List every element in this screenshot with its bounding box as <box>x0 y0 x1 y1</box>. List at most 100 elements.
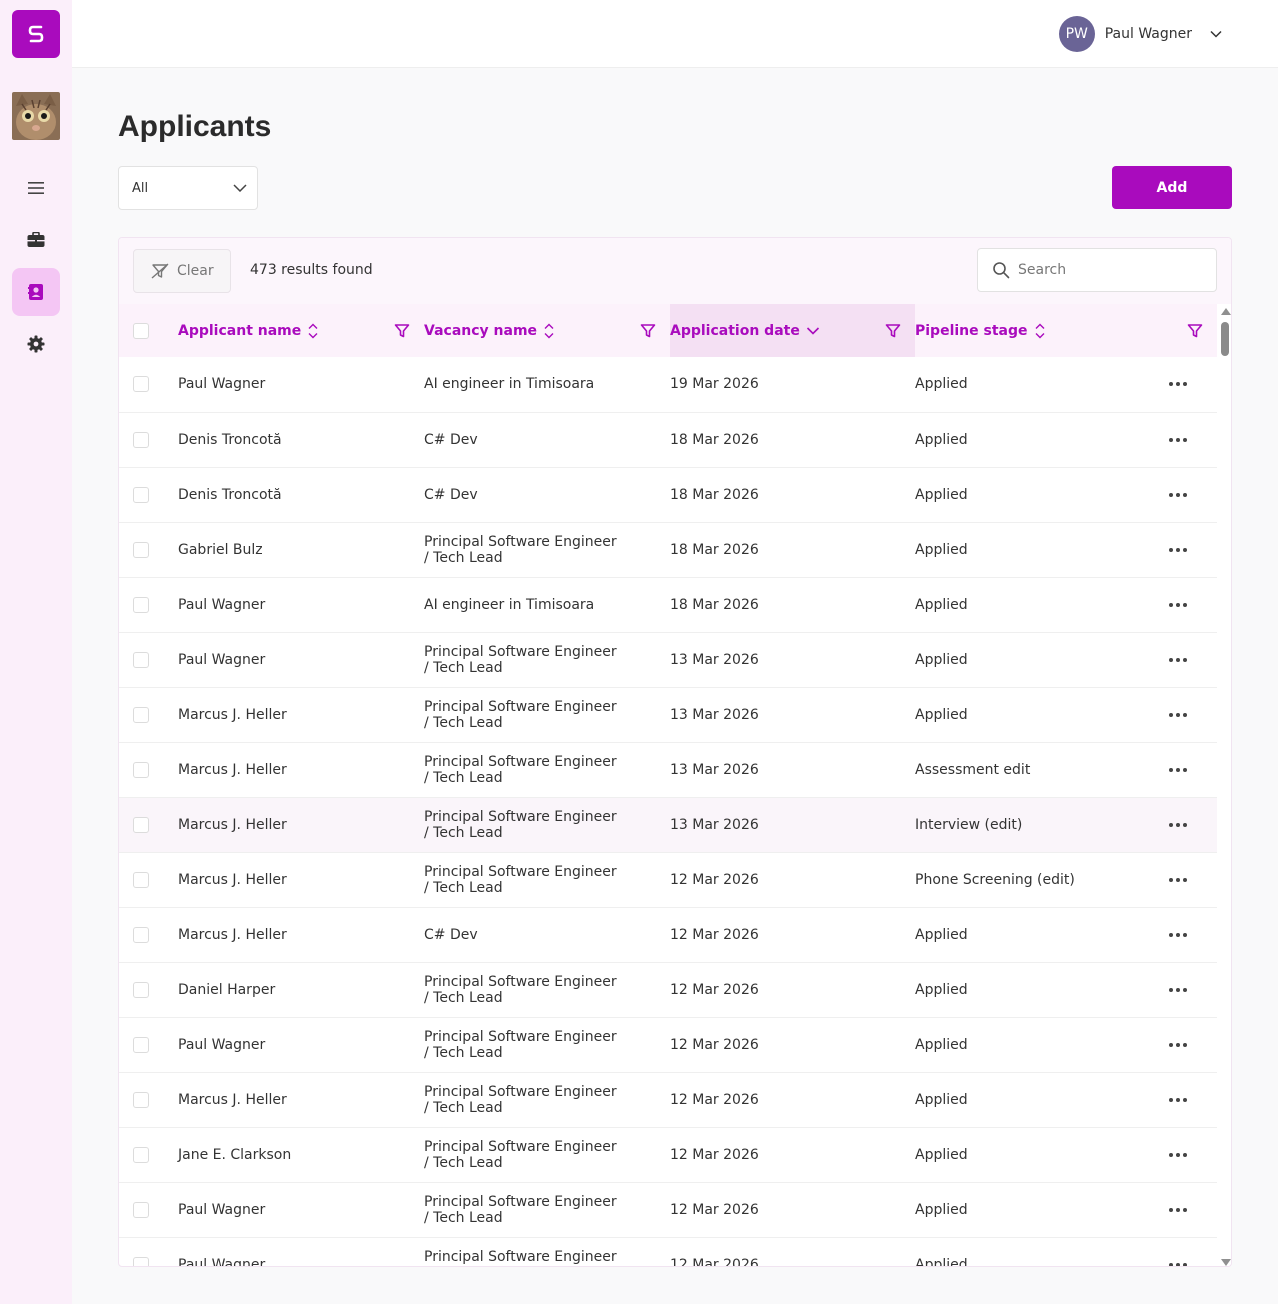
column-filter-icon[interactable] <box>394 323 410 339</box>
table-row[interactable]: Marcus J. Heller Principal Software Engin… <box>119 687 1217 742</box>
column-pipeline-stage[interactable]: Pipeline stage <box>915 304 1217 357</box>
sort-icon[interactable] <box>1034 322 1046 340</box>
applicant-name-cell[interactable]: Marcus J. Heller <box>178 907 424 962</box>
sidebar-item-menu[interactable] <box>12 164 60 212</box>
row-checkbox[interactable] <box>133 926 149 943</box>
column-vacancy-name[interactable]: Vacancy name <box>424 304 670 357</box>
applicant-name-cell[interactable]: Denis Troncotă <box>178 412 424 467</box>
row-actions-button[interactable] <box>1169 492 1187 497</box>
add-applicant-button[interactable]: Add <box>1112 166 1232 209</box>
table-row[interactable]: Denis Troncotă C# Dev 18 Mar 2026 Applied <box>119 467 1217 522</box>
row-checkbox[interactable] <box>133 431 149 448</box>
applicant-name-cell[interactable]: Marcus J. Heller <box>178 687 424 742</box>
scroll-up-arrow[interactable] <box>1221 308 1231 315</box>
column-filter-icon[interactable] <box>1187 323 1203 339</box>
search-box[interactable] <box>977 248 1217 292</box>
table-row[interactable]: Marcus J. Heller Principal Software Engin… <box>119 852 1217 907</box>
status-filter-select[interactable]: All <box>118 166 258 210</box>
row-actions-button[interactable] <box>1169 987 1187 992</box>
select-all-checkbox[interactable] <box>133 322 149 339</box>
table-row[interactable]: Gabriel Bulz Principal Software Engineer … <box>119 522 1217 577</box>
row-checkbox[interactable] <box>133 1146 149 1163</box>
applicant-name-cell[interactable]: Paul Wagner <box>178 577 424 632</box>
vacancy-name-cell: Principal Software Engineer / Tech Lead <box>424 962 670 1017</box>
applicant-name-cell[interactable]: Paul Wagner <box>178 1237 424 1267</box>
row-actions-button[interactable] <box>1169 1042 1187 1047</box>
applicant-name-cell[interactable]: Marcus J. Heller <box>178 852 424 907</box>
row-checkbox[interactable] <box>133 706 149 723</box>
row-actions-button[interactable] <box>1169 382 1187 387</box>
row-actions-button[interactable] <box>1169 767 1187 772</box>
table-row[interactable]: Marcus J. Heller Principal Software Engin… <box>119 797 1217 852</box>
row-checkbox[interactable] <box>133 761 149 778</box>
applicant-name-cell[interactable]: Marcus J. Heller <box>178 1072 424 1127</box>
row-actions-button[interactable] <box>1169 1207 1187 1212</box>
clear-filters-button[interactable]: Clear <box>133 249 231 293</box>
table-row[interactable]: Denis Troncotă C# Dev 18 Mar 2026 Applied <box>119 412 1217 467</box>
row-checkbox[interactable] <box>133 1256 149 1266</box>
row-checkbox[interactable] <box>133 376 149 393</box>
user-menu[interactable]: PW Paul Wagner <box>1058 16 1222 52</box>
search-input[interactable] <box>1018 262 1198 278</box>
row-actions-button[interactable] <box>1169 712 1187 717</box>
column-applicant-name[interactable]: Applicant name <box>178 304 424 357</box>
row-checkbox[interactable] <box>133 1091 149 1108</box>
sort-descending-icon[interactable] <box>806 326 820 336</box>
row-checkbox[interactable] <box>133 1201 149 1218</box>
row-checkbox[interactable] <box>133 1036 149 1053</box>
row-checkbox[interactable] <box>133 651 149 668</box>
applicant-name-cell[interactable]: Paul Wagner <box>178 1017 424 1072</box>
row-actions-button[interactable] <box>1169 932 1187 937</box>
sidebar-item-applicants[interactable] <box>12 268 60 316</box>
row-checkbox[interactable] <box>133 981 149 998</box>
applicant-name-cell[interactable]: Paul Wagner <box>178 632 424 687</box>
table-row[interactable]: Paul Wagner AI engineer in Timisoara 19 Ma… <box>119 357 1217 412</box>
applicant-name-cell[interactable]: Denis Troncotă <box>178 467 424 522</box>
table-toolbar: Clear 473 results found <box>119 238 1231 304</box>
row-checkbox[interactable] <box>133 871 149 888</box>
table-row[interactable]: Jane E. Clarkson Principal Software Engin… <box>119 1127 1217 1182</box>
table-scrollbar[interactable] <box>1217 304 1231 1266</box>
row-actions-button[interactable] <box>1169 822 1187 827</box>
applicant-name-cell[interactable]: Marcus J. Heller <box>178 797 424 852</box>
scroll-thumb[interactable] <box>1221 322 1229 356</box>
table-row[interactable]: Marcus J. Heller Principal Software Engin… <box>119 1072 1217 1127</box>
row-checkbox[interactable] <box>133 596 149 613</box>
profile-picture[interactable] <box>12 92 60 140</box>
column-filter-icon[interactable] <box>640 323 656 339</box>
row-actions-button[interactable] <box>1169 657 1187 662</box>
column-filter-icon[interactable] <box>885 323 901 339</box>
app-logo[interactable] <box>12 10 60 58</box>
row-actions-button[interactable] <box>1169 602 1187 607</box>
row-actions-button[interactable] <box>1169 1262 1187 1266</box>
applicant-name-cell[interactable]: Jane E. Clarkson <box>178 1127 424 1182</box>
table-row[interactable]: Paul WagnerPrincipal Software Engineer /… <box>119 1017 1217 1072</box>
more-dot-icon <box>1183 987 1187 992</box>
row-checkbox[interactable] <box>133 486 149 503</box>
row-checkbox[interactable] <box>133 541 149 558</box>
table-row[interactable]: Paul WagnerPrincipal Software Engineer /… <box>119 1182 1217 1237</box>
scroll-down-arrow[interactable] <box>1221 1259 1231 1266</box>
row-actions-button[interactable] <box>1169 877 1187 882</box>
applicant-name-cell[interactable]: Daniel Harper <box>178 962 424 1017</box>
applicant-name-cell[interactable]: Paul Wagner <box>178 357 424 412</box>
row-actions-button[interactable] <box>1169 547 1187 552</box>
table-row[interactable]: Marcus J. Heller C# Dev 12 Mar 2026 Applied <box>119 907 1217 962</box>
table-row[interactable]: Paul WagnerPrincipal Software Engineer /… <box>119 632 1217 687</box>
applicant-name-cell[interactable]: Marcus J. Heller <box>178 742 424 797</box>
sidebar-item-settings[interactable] <box>12 320 60 368</box>
applicant-name-cell[interactable]: Paul Wagner <box>178 1182 424 1237</box>
column-application-date[interactable]: Application date <box>670 304 915 357</box>
row-actions-button[interactable] <box>1169 1152 1187 1157</box>
table-row[interactable]: Paul Wagner AI engineer in Timisoara 18 Ma… <box>119 577 1217 632</box>
sidebar-item-vacancies[interactable] <box>12 216 60 264</box>
table-row[interactable]: Daniel Harper Principal Software Engineer… <box>119 962 1217 1017</box>
table-row[interactable]: Paul WagnerPrincipal Software Engineer /… <box>119 1237 1217 1267</box>
row-actions-button[interactable] <box>1169 1097 1187 1102</box>
applicant-name-cell[interactable]: Gabriel Bulz <box>178 522 424 577</box>
row-checkbox[interactable] <box>133 816 149 833</box>
sort-icon[interactable] <box>307 322 319 340</box>
sort-icon[interactable] <box>543 322 555 340</box>
table-row[interactable]: Marcus J. Heller Principal Software Engin… <box>119 742 1217 797</box>
row-actions-button[interactable] <box>1169 437 1187 442</box>
